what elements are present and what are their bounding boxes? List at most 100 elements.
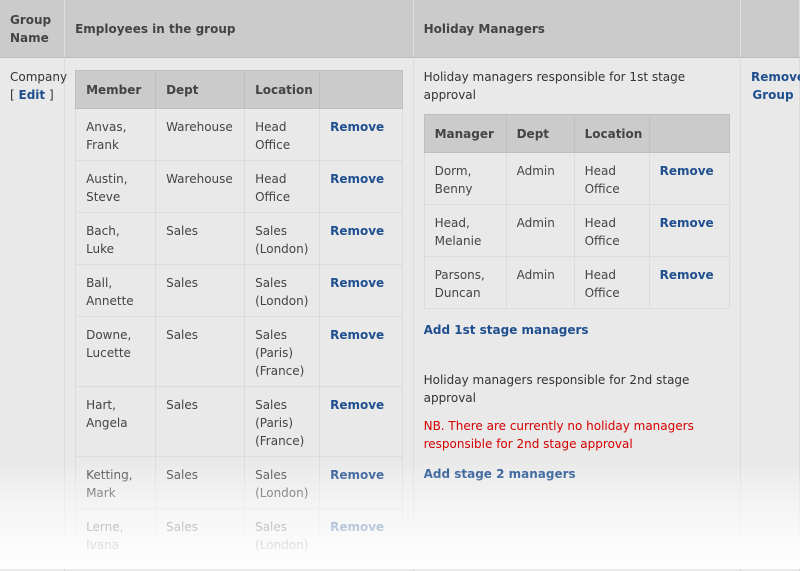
- row-action: Remove: [320, 161, 403, 213]
- row-location: Head Office: [245, 109, 320, 161]
- group-row: Company [ Edit ] Member Dept Location: [0, 58, 800, 571]
- stage1-managers-table: Manager Dept Location Dorm, BennyAdminHe…: [424, 114, 730, 309]
- remove-group-link[interactable]: Remove Group: [751, 70, 800, 102]
- table-row: Hart, AngelaSalesSales (Paris) (France)R…: [76, 387, 403, 457]
- group-actions-cell: Remove Group: [740, 58, 799, 571]
- group-name-cell: Company [ Edit ]: [0, 58, 65, 571]
- table-row: Lerne, IvanaSalesSales (London) Remove: [76, 509, 403, 561]
- stage1-description: Holiday managers responsible for 1st sta…: [424, 68, 730, 104]
- row-dept: Sales: [156, 213, 245, 265]
- row-name: Ketting, Mark: [76, 457, 156, 509]
- remove-button[interactable]: Remove: [330, 520, 384, 534]
- row-location: Head Office: [574, 205, 649, 257]
- col-location: Location: [574, 115, 649, 153]
- members-header-row: Member Dept Location: [76, 71, 403, 109]
- row-dept: Admin: [506, 257, 574, 309]
- edit-group-link[interactable]: Edit: [19, 88, 46, 102]
- row-action: Remove: [649, 205, 729, 257]
- row-location: Sales (London): [245, 509, 320, 561]
- row-name: Lerne, Ivana: [76, 509, 156, 561]
- row-location: Head Office: [574, 153, 649, 205]
- row-location: Sales (Paris) (France): [245, 317, 320, 387]
- remove-button[interactable]: Remove: [330, 172, 384, 186]
- table-row: Head, MelanieAdminHead Office Remove: [424, 205, 729, 257]
- row-dept: Sales: [156, 265, 245, 317]
- table-row: Austin, SteveWarehouseHead Office Remove: [76, 161, 403, 213]
- remove-button[interactable]: Remove: [660, 216, 714, 230]
- row-dept: Admin: [506, 205, 574, 257]
- row-action: Remove: [649, 153, 729, 205]
- row-action: Remove: [320, 317, 403, 387]
- row-action: Remove: [320, 109, 403, 161]
- col-action: [649, 115, 729, 153]
- stage2-description: Holiday managers responsible for 2nd sta…: [424, 371, 730, 407]
- row-location: Sales (Paris) (France): [245, 387, 320, 457]
- header-employees: Employees in the group: [65, 0, 414, 58]
- add-stage1-managers-link[interactable]: Add 1st stage managers: [424, 321, 589, 339]
- stage2-warning: NB. There are currently no holiday manag…: [424, 417, 730, 453]
- holiday-managers-cell: Holiday managers responsible for 1st sta…: [413, 58, 740, 571]
- col-dept: Dept: [506, 115, 574, 153]
- col-member: Member: [76, 71, 156, 109]
- row-dept: Warehouse: [156, 161, 245, 213]
- col-dept: Dept: [156, 71, 245, 109]
- row-location: Head Office: [574, 257, 649, 309]
- row-name: Head, Melanie: [424, 205, 506, 257]
- remove-button[interactable]: Remove: [660, 268, 714, 282]
- row-location: Head Office: [245, 161, 320, 213]
- row-dept: Sales: [156, 509, 245, 561]
- row-action: Remove: [649, 257, 729, 309]
- row-location: Sales (London): [245, 213, 320, 265]
- row-location: Sales (London): [245, 265, 320, 317]
- row-location: Sales (London): [245, 457, 320, 509]
- table-row: Ketting, MarkSalesSales (London) Remove: [76, 457, 403, 509]
- row-action: Remove: [320, 387, 403, 457]
- table-row: Anvas, FrankWarehouseHead Office Remove: [76, 109, 403, 161]
- table-row: Parsons, DuncanAdminHead Office Remove: [424, 257, 729, 309]
- remove-button[interactable]: Remove: [330, 328, 384, 342]
- header-actions: [740, 0, 799, 58]
- row-action: Remove: [320, 457, 403, 509]
- col-action: [320, 71, 403, 109]
- stage1-body: Dorm, BennyAdminHead OfficeRemoveHead, M…: [424, 153, 729, 309]
- remove-button[interactable]: Remove: [330, 120, 384, 134]
- row-name: Downe, Lucette: [76, 317, 156, 387]
- remove-button[interactable]: Remove: [330, 224, 384, 238]
- members-table: Member Dept Location Anvas, FrankWarehou…: [75, 70, 403, 561]
- row-name: Austin, Steve: [76, 161, 156, 213]
- employees-cell: Member Dept Location Anvas, FrankWarehou…: [65, 58, 414, 571]
- row-name: Dorm, Benny: [424, 153, 506, 205]
- row-name: Parsons, Duncan: [424, 257, 506, 309]
- remove-button[interactable]: Remove: [330, 276, 384, 290]
- bracket-close: ]: [49, 88, 54, 102]
- row-action: Remove: [320, 509, 403, 561]
- row-name: Hart, Angela: [76, 387, 156, 457]
- row-name: Bach, Luke: [76, 213, 156, 265]
- row-dept: Warehouse: [156, 109, 245, 161]
- groups-header-row: Group Name Employees in the group Holida…: [0, 0, 800, 58]
- row-action: Remove: [320, 265, 403, 317]
- table-row: Ball, AnnetteSalesSales (London) Remove: [76, 265, 403, 317]
- row-dept: Sales: [156, 457, 245, 509]
- group-name: Company: [10, 68, 54, 86]
- remove-button[interactable]: Remove: [330, 468, 384, 482]
- header-group-name: Group Name: [0, 0, 65, 58]
- row-name: Anvas, Frank: [76, 109, 156, 161]
- header-holiday-managers: Holiday Managers: [413, 0, 740, 58]
- col-location: Location: [245, 71, 320, 109]
- add-stage2-managers-link[interactable]: Add stage 2 managers: [424, 467, 576, 481]
- remove-button[interactable]: Remove: [660, 164, 714, 178]
- table-row: Bach, LukeSalesSales (London) Remove: [76, 213, 403, 265]
- holiday-groups-table: Group Name Employees in the group Holida…: [0, 0, 800, 571]
- edit-group-wrapper: [ Edit ]: [10, 86, 54, 104]
- col-manager: Manager: [424, 115, 506, 153]
- stage1-header-row: Manager Dept Location: [424, 115, 729, 153]
- bracket-open: [: [10, 88, 15, 102]
- table-row: Dorm, BennyAdminHead Office Remove: [424, 153, 729, 205]
- remove-button[interactable]: Remove: [330, 398, 384, 412]
- row-dept: Admin: [506, 153, 574, 205]
- row-dept: Sales: [156, 317, 245, 387]
- members-body: Anvas, FrankWarehouseHead OfficeRemoveAu…: [76, 109, 403, 561]
- row-name: Ball, Annette: [76, 265, 156, 317]
- table-row: Downe, LucetteSalesSales (Paris) (France…: [76, 317, 403, 387]
